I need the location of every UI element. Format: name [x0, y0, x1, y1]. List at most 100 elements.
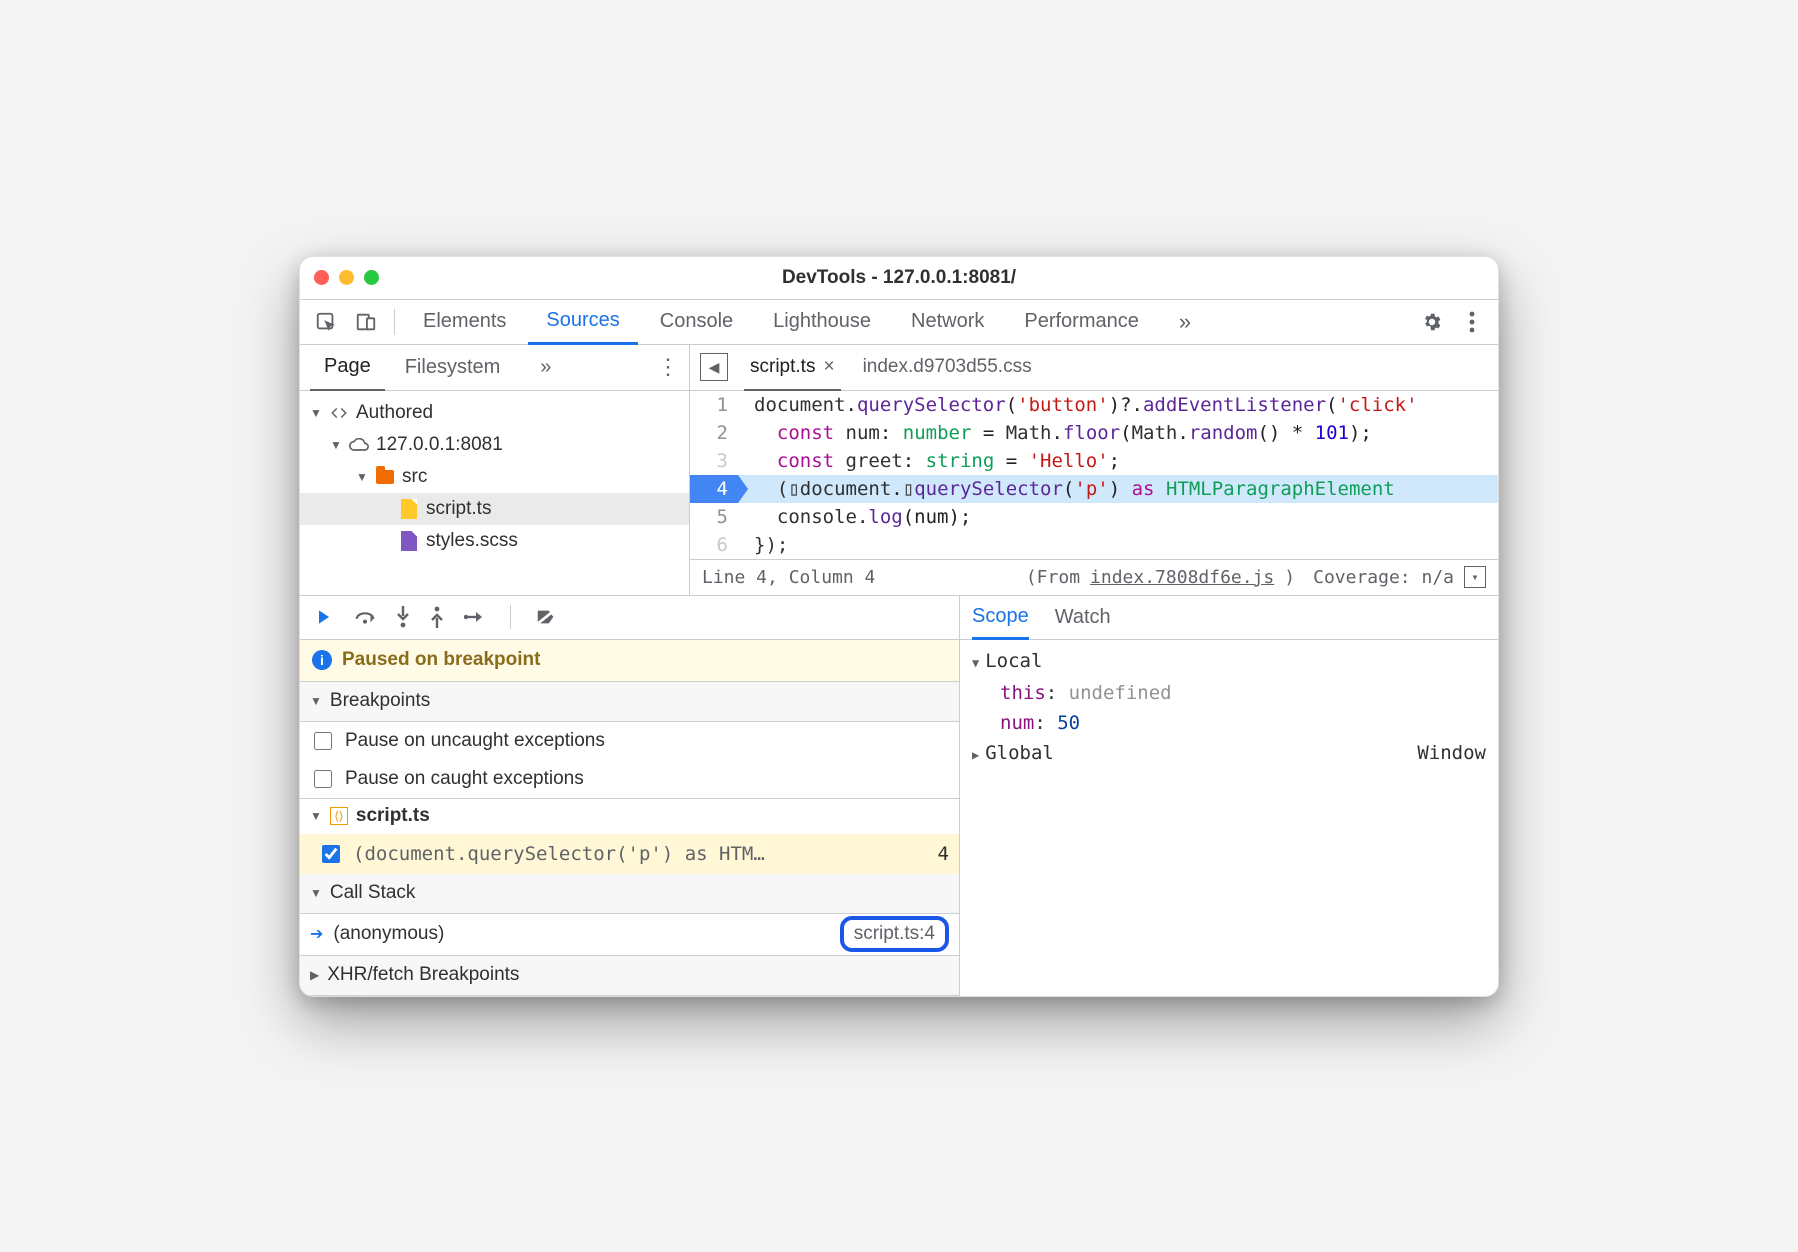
editor-tab-label: index.d9703d55.css: [863, 356, 1032, 378]
divider: [394, 309, 395, 335]
editor-statusbar: Line 4, Column 4 (From index.7808df6e.js…: [690, 559, 1498, 595]
debugger-left: i Paused on breakpoint ▼Breakpoints Paus…: [300, 596, 960, 996]
editor-tab-script-ts[interactable]: script.ts ×: [744, 345, 841, 391]
tab-elements[interactable]: Elements: [405, 299, 524, 345]
pause-uncaught-checkbox[interactable]: [314, 732, 332, 750]
tree-file-script-ts[interactable]: script.ts: [300, 493, 689, 525]
navigator-tabs: Page Filesystem » ⋮: [300, 345, 690, 390]
pause-uncaught-toggle[interactable]: Pause on uncaught exceptions: [300, 722, 959, 760]
breakpoint-text: (document.querySelector('p') as HTM…: [353, 843, 928, 865]
tree-label: script.ts: [426, 498, 491, 520]
resume-icon[interactable]: [314, 607, 334, 627]
code-area[interactable]: 1document.querySelector('button')?.addEv…: [690, 391, 1498, 559]
line-number[interactable]: 3: [690, 447, 738, 475]
code-text: console.log(num);: [738, 503, 1498, 531]
line-number[interactable]: 2: [690, 419, 738, 447]
tab-watch[interactable]: Watch: [1055, 595, 1111, 639]
info-icon: i: [312, 650, 332, 670]
code-line[interactable]: 2 const num: number = Math.floor(Math.ra…: [690, 419, 1498, 447]
zoom-window-button[interactable]: [364, 270, 379, 285]
step-out-icon[interactable]: [430, 606, 444, 628]
step-icon[interactable]: [464, 610, 486, 624]
close-window-button[interactable]: [314, 270, 329, 285]
deactivate-breakpoints-icon[interactable]: [535, 607, 557, 627]
sourcemap-suffix: ): [1284, 567, 1295, 588]
code-line[interactable]: 1document.querySelector('button')?.addEv…: [690, 391, 1498, 419]
code-text: const num: number = Math.floor(Math.rand…: [738, 419, 1498, 447]
tree-folder-src[interactable]: ▼ src: [300, 461, 689, 493]
settings-gear-icon[interactable]: [1414, 304, 1450, 340]
paused-banner: i Paused on breakpoint: [300, 640, 959, 682]
tree-label: Authored: [356, 402, 433, 424]
code-line[interactable]: 4 (▯document.▯querySelector('p') as HTML…: [690, 475, 1498, 503]
breakpoint-entry[interactable]: (document.querySelector('p') as HTM… 4: [300, 834, 959, 874]
navigator-tab-page[interactable]: Page: [310, 345, 385, 391]
line-number[interactable]: 4: [690, 475, 738, 503]
line-number[interactable]: 5: [690, 503, 738, 531]
cloud-icon: [348, 438, 370, 452]
breakpoint-file-row[interactable]: ▼ ⟨⟩ script.ts: [300, 798, 959, 834]
current-frame-arrow-icon: ➔: [310, 924, 323, 944]
code-editor[interactable]: 1document.querySelector('button')?.addEv…: [690, 391, 1498, 595]
device-toolbar-icon[interactable]: [348, 304, 384, 340]
callstack-frame[interactable]: ➔ (anonymous) script.ts:4: [300, 914, 959, 956]
code-line[interactable]: 5 console.log(num);: [690, 503, 1498, 531]
titlebar: DevTools - 127.0.0.1:8081/: [300, 257, 1498, 299]
scope-panel: Scope Watch ▼Local this: undefined num: …: [960, 596, 1498, 996]
pause-caught-checkbox[interactable]: [314, 770, 332, 788]
code-text: document.querySelector('button')?.addEve…: [738, 391, 1498, 419]
frame-location[interactable]: script.ts:4: [840, 916, 949, 952]
tab-sources[interactable]: Sources: [528, 299, 637, 345]
tree-host[interactable]: ▼ 127.0.0.1:8081: [300, 429, 689, 461]
code-text: (▯document.▯querySelector('p') as HTMLPa…: [738, 475, 1498, 503]
file-tree: ▼ Authored ▼ 127.0.0.1:8081 ▼ src: [300, 391, 690, 595]
tree-label: 127.0.0.1:8081: [376, 434, 503, 456]
line-number[interactable]: 6: [690, 531, 738, 559]
scope-global[interactable]: ▶Global Window: [972, 738, 1486, 770]
minimize-window-button[interactable]: [339, 270, 354, 285]
tab-scope[interactable]: Scope: [972, 596, 1029, 640]
code-line[interactable]: 6});: [690, 531, 1498, 559]
tab-console[interactable]: Console: [642, 299, 751, 345]
kebab-menu-icon[interactable]: [1454, 304, 1490, 340]
navigator-tabs-overflow[interactable]: »: [526, 344, 565, 390]
scope-local[interactable]: ▼Local: [972, 646, 1486, 678]
section-breakpoints[interactable]: ▼Breakpoints: [300, 682, 959, 722]
sourcemap-link[interactable]: index.7808df6e.js: [1090, 567, 1274, 588]
section-xhr-breakpoints[interactable]: ▶XHR/fetch Breakpoints: [300, 956, 959, 996]
line-number[interactable]: 1: [690, 391, 738, 419]
close-tab-icon[interactable]: ×: [823, 356, 834, 378]
scope-watch-tabs: Scope Watch: [960, 596, 1498, 640]
paused-message: Paused on breakpoint: [342, 649, 540, 671]
scope-num[interactable]: num: 50: [972, 708, 1486, 738]
file-icon: [398, 531, 420, 551]
navigator-tab-filesystem[interactable]: Filesystem: [391, 344, 515, 390]
show-coverage-icon[interactable]: ▾: [1464, 566, 1486, 588]
tree-file-styles-scss[interactable]: styles.scss: [300, 525, 689, 557]
navigator-kebab-icon[interactable]: ⋮: [657, 354, 679, 380]
scope-tree: ▼Local this: undefined num: 50 ▶Global W…: [960, 640, 1498, 776]
tree-label: src: [402, 466, 427, 488]
folder-icon: [374, 470, 396, 484]
tab-network[interactable]: Network: [893, 299, 1002, 345]
tabs-overflow-button[interactable]: »: [1161, 299, 1209, 345]
frame-name: (anonymous): [333, 923, 444, 945]
tree-authored-root[interactable]: ▼ Authored: [300, 397, 689, 429]
tab-lighthouse[interactable]: Lighthouse: [755, 299, 889, 345]
editor-tab-index-css[interactable]: index.d9703d55.css: [857, 344, 1038, 390]
scope-this[interactable]: this: undefined: [972, 678, 1486, 708]
step-into-icon[interactable]: [396, 606, 410, 628]
code-line[interactable]: 3 const greet: string = 'Hello';: [690, 447, 1498, 475]
window-controls: [314, 270, 379, 285]
pause-caught-toggle[interactable]: Pause on caught exceptions: [300, 760, 959, 798]
section-callstack[interactable]: ▼Call Stack: [300, 874, 959, 914]
file-icon: [398, 499, 420, 519]
editor-nav-back-icon[interactable]: ◀: [700, 353, 728, 381]
step-over-icon[interactable]: [354, 607, 376, 627]
inspect-element-icon[interactable]: [308, 304, 344, 340]
breakpoint-checkbox[interactable]: [322, 845, 340, 863]
tab-performance[interactable]: Performance: [1006, 299, 1157, 345]
cursor-position: Line 4, Column 4: [702, 567, 875, 588]
debugger-pane: i Paused on breakpoint ▼Breakpoints Paus…: [300, 596, 1498, 996]
sourcemap-prefix: (From: [1026, 567, 1080, 588]
